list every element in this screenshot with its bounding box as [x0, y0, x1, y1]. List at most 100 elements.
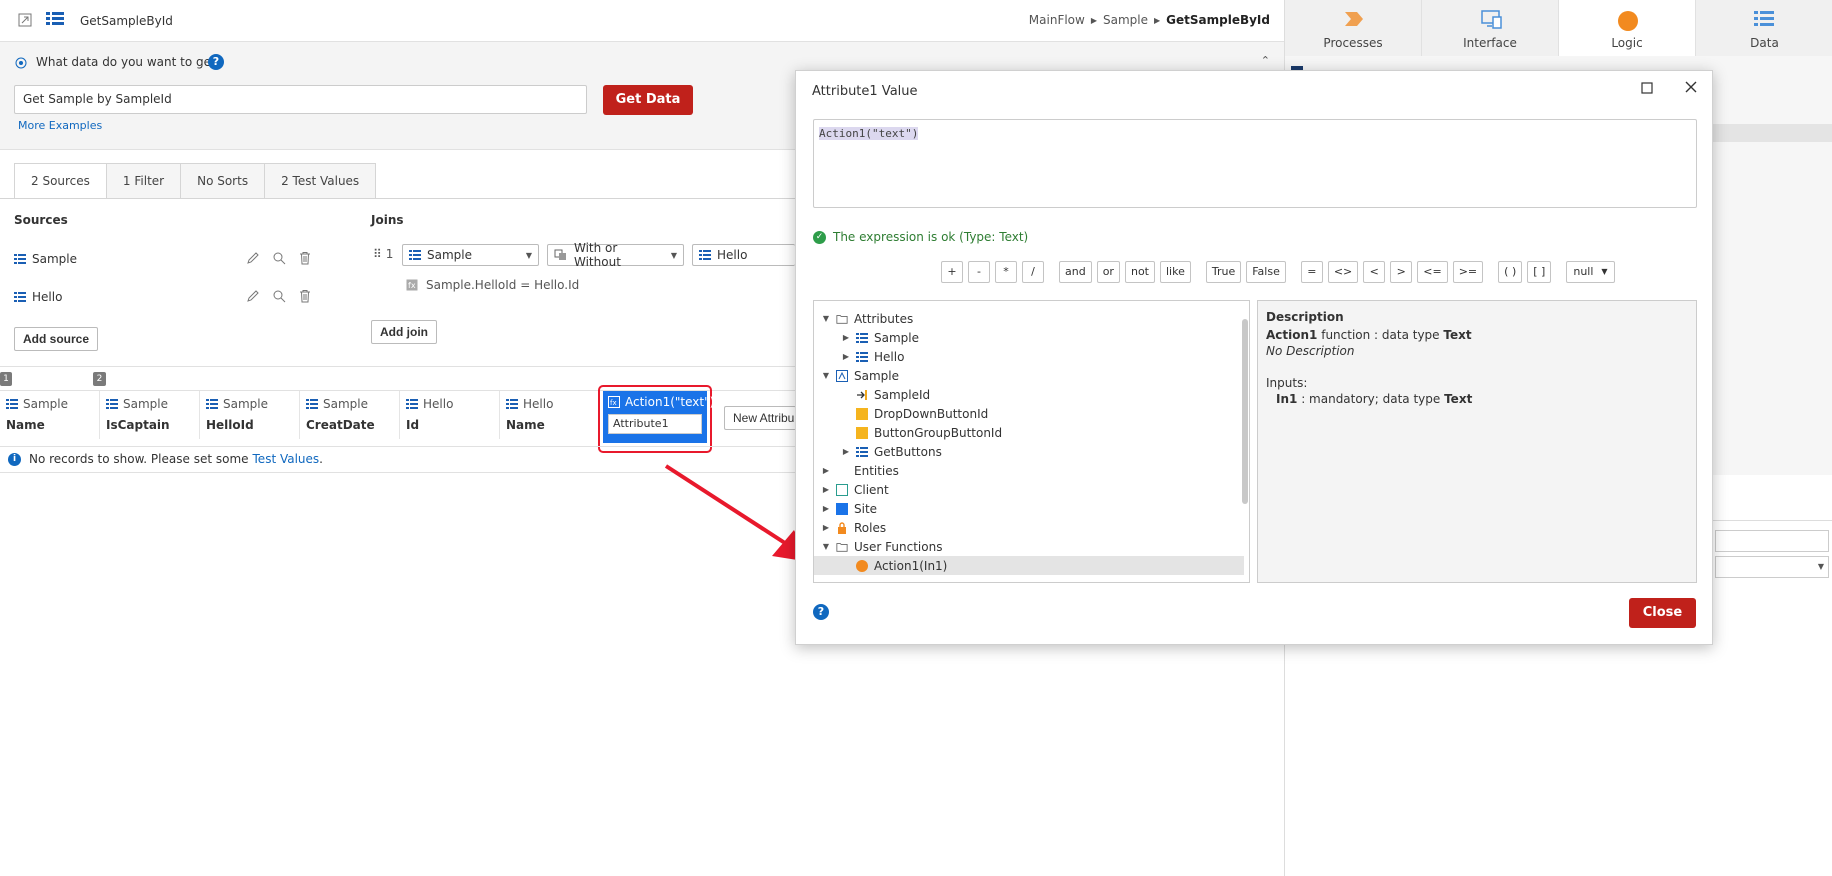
drag-handle-icon[interactable]: ⠿ [373, 247, 382, 261]
op-false[interactable]: False [1246, 261, 1286, 283]
get-data-button[interactable]: Get Data [603, 85, 693, 115]
tree-node-site[interactable]: ▶ Site [814, 499, 877, 518]
caret-right-icon[interactable]: ▶ [842, 352, 850, 361]
svg-text:fx: fx [610, 399, 617, 407]
op-parens[interactable]: ( ) [1498, 261, 1523, 283]
caret-down-icon[interactable]: ▼ [822, 542, 830, 551]
description-signature: Action1 function : data type Text [1266, 328, 1472, 342]
source-badge-2: 2 [93, 372, 106, 386]
more-examples-link[interactable]: More Examples [18, 119, 102, 132]
caret-right-icon[interactable]: ▶ [822, 523, 830, 532]
maximize-icon[interactable] [1640, 81, 1654, 95]
op-less[interactable]: < [1363, 261, 1386, 283]
caret-down-icon[interactable]: ▼ [822, 371, 830, 380]
breadcrumb-sample[interactable]: Sample [1103, 13, 1148, 27]
entity-icon [856, 351, 868, 362]
tab-filters[interactable]: 1 Filter [105, 163, 182, 199]
op-true[interactable]: True [1205, 261, 1242, 283]
tree-node-getbuttons[interactable]: ▶ GetButtons [814, 442, 942, 461]
join-left-select[interactable]: Sample ▼ [402, 244, 539, 266]
caret-down-icon[interactable]: ▼ [822, 314, 830, 323]
op-equal[interactable]: = [1300, 261, 1323, 283]
trash-icon[interactable] [298, 289, 312, 303]
grid-column-header[interactable]: Sample Name [0, 391, 100, 439]
test-values-link[interactable]: Test Values [253, 452, 320, 466]
join-right-select[interactable]: Hello [692, 244, 795, 266]
property-select[interactable]: ▼ [1715, 556, 1829, 578]
tree-node-action1[interactable]: Action1(In1) [814, 556, 1244, 575]
grid-column-header[interactable]: Sample HelloId [200, 391, 300, 439]
expand-icon[interactable] [18, 13, 32, 27]
tree-node-client[interactable]: ▶ Client [814, 480, 889, 499]
tab-data[interactable]: Data [1696, 0, 1832, 56]
tree-node-entities[interactable]: ▶ Entities [814, 461, 899, 480]
close-button[interactable]: Close [1629, 598, 1696, 628]
tab-interface[interactable]: Interface [1422, 0, 1559, 56]
grid-column-header[interactable]: Hello Id [400, 391, 500, 439]
grid-column-header[interactable]: Hello Name [500, 391, 600, 439]
tree-scrollbar[interactable] [1242, 319, 1248, 504]
new-attribute-button[interactable]: New Attribu [724, 406, 796, 430]
new-column-expression[interactable]: Action1("text") [625, 395, 714, 409]
source-item[interactable]: Sample [14, 249, 314, 269]
search-icon[interactable] [272, 251, 286, 265]
close-icon[interactable] [1684, 80, 1698, 94]
add-source-button[interactable]: Add source [14, 327, 99, 351]
edit-icon[interactable] [246, 289, 260, 303]
expression-editor[interactable]: Action1("text") [813, 119, 1697, 208]
tree-node-buttongroup[interactable]: ButtonGroupButtonId [814, 423, 1002, 442]
edit-icon[interactable] [246, 251, 260, 265]
null-select[interactable]: null ▼ [1566, 261, 1615, 283]
entity-icon [699, 250, 711, 260]
entity-icon [506, 399, 518, 409]
search-icon[interactable] [272, 289, 286, 303]
op-minus[interactable]: - [968, 261, 990, 283]
op-not[interactable]: not [1124, 261, 1155, 283]
op-brackets[interactable]: [ ] [1527, 261, 1552, 283]
attribute-name-input[interactable]: Attribute1 [608, 414, 702, 434]
join-type-select[interactable]: With or Without ▼ [547, 241, 684, 269]
tree-node-attr-sample[interactable]: ▶ Sample [814, 328, 919, 347]
tree-node-sampleid[interactable]: SampleId [814, 385, 930, 404]
tree-node-sample[interactable]: ▼ Sample [814, 366, 899, 385]
op-and[interactable]: and [1059, 261, 1092, 283]
grid-column-header[interactable]: Sample IsCaptain [100, 391, 200, 439]
tab-sorts[interactable]: No Sorts [180, 163, 266, 199]
source-item[interactable]: Hello [14, 287, 314, 307]
join-condition[interactable]: fx Sample.HelloId = Hello.Id [406, 278, 579, 292]
op-not-equal[interactable]: <> [1327, 261, 1359, 283]
tree-node-attributes[interactable]: ▼ Attributes [814, 309, 913, 328]
trash-icon[interactable] [298, 251, 312, 265]
help-icon[interactable]: ? [813, 604, 829, 620]
op-less-equal[interactable]: <= [1417, 261, 1448, 283]
caret-right-icon[interactable]: ▶ [822, 466, 830, 475]
breadcrumb-mainflow[interactable]: MainFlow [1029, 13, 1085, 27]
tab-sources[interactable]: 2 Sources [14, 163, 107, 199]
tab-logic[interactable]: Logic [1559, 0, 1696, 56]
tab-test-values[interactable]: 2 Test Values [264, 163, 377, 199]
op-plus[interactable]: + [941, 261, 963, 283]
op-multiply[interactable]: * [995, 261, 1017, 283]
tree-node-user-functions[interactable]: ▼ User Functions [814, 537, 943, 556]
grid-column-header[interactable]: Sample CreatDate [300, 391, 400, 439]
caret-right-icon[interactable]: ▶ [842, 447, 850, 456]
add-join-button[interactable]: Add join [371, 320, 437, 344]
op-greater-equal[interactable]: >= [1452, 261, 1484, 283]
tree-node-dropdown[interactable]: DropDownButtonId [814, 404, 988, 423]
tab-processes[interactable]: Processes [1285, 0, 1422, 56]
op-divide[interactable]: / [1022, 261, 1044, 283]
caret-right-icon[interactable]: ▶ [822, 485, 830, 494]
caret-right-icon[interactable]: ▶ [822, 504, 830, 513]
property-input[interactable] [1715, 530, 1829, 552]
tree-node-attr-hello[interactable]: ▶ Hello [814, 347, 905, 366]
op-like[interactable]: like [1159, 261, 1191, 283]
new-attribute-column[interactable]: fx Action1("text") Attribute1 [603, 391, 714, 443]
tree-node-roles[interactable]: ▶ Roles [814, 518, 886, 537]
collapse-icon[interactable]: ⌃ [1261, 54, 1270, 67]
op-or[interactable]: or [1096, 261, 1120, 283]
help-icon[interactable]: ? [208, 54, 224, 70]
caret-right-icon[interactable]: ▶ [842, 333, 850, 342]
op-greater[interactable]: > [1390, 261, 1413, 283]
check-circle-icon: ✓ [813, 230, 826, 244]
query-input[interactable]: Get Sample by SampleId [14, 85, 587, 114]
